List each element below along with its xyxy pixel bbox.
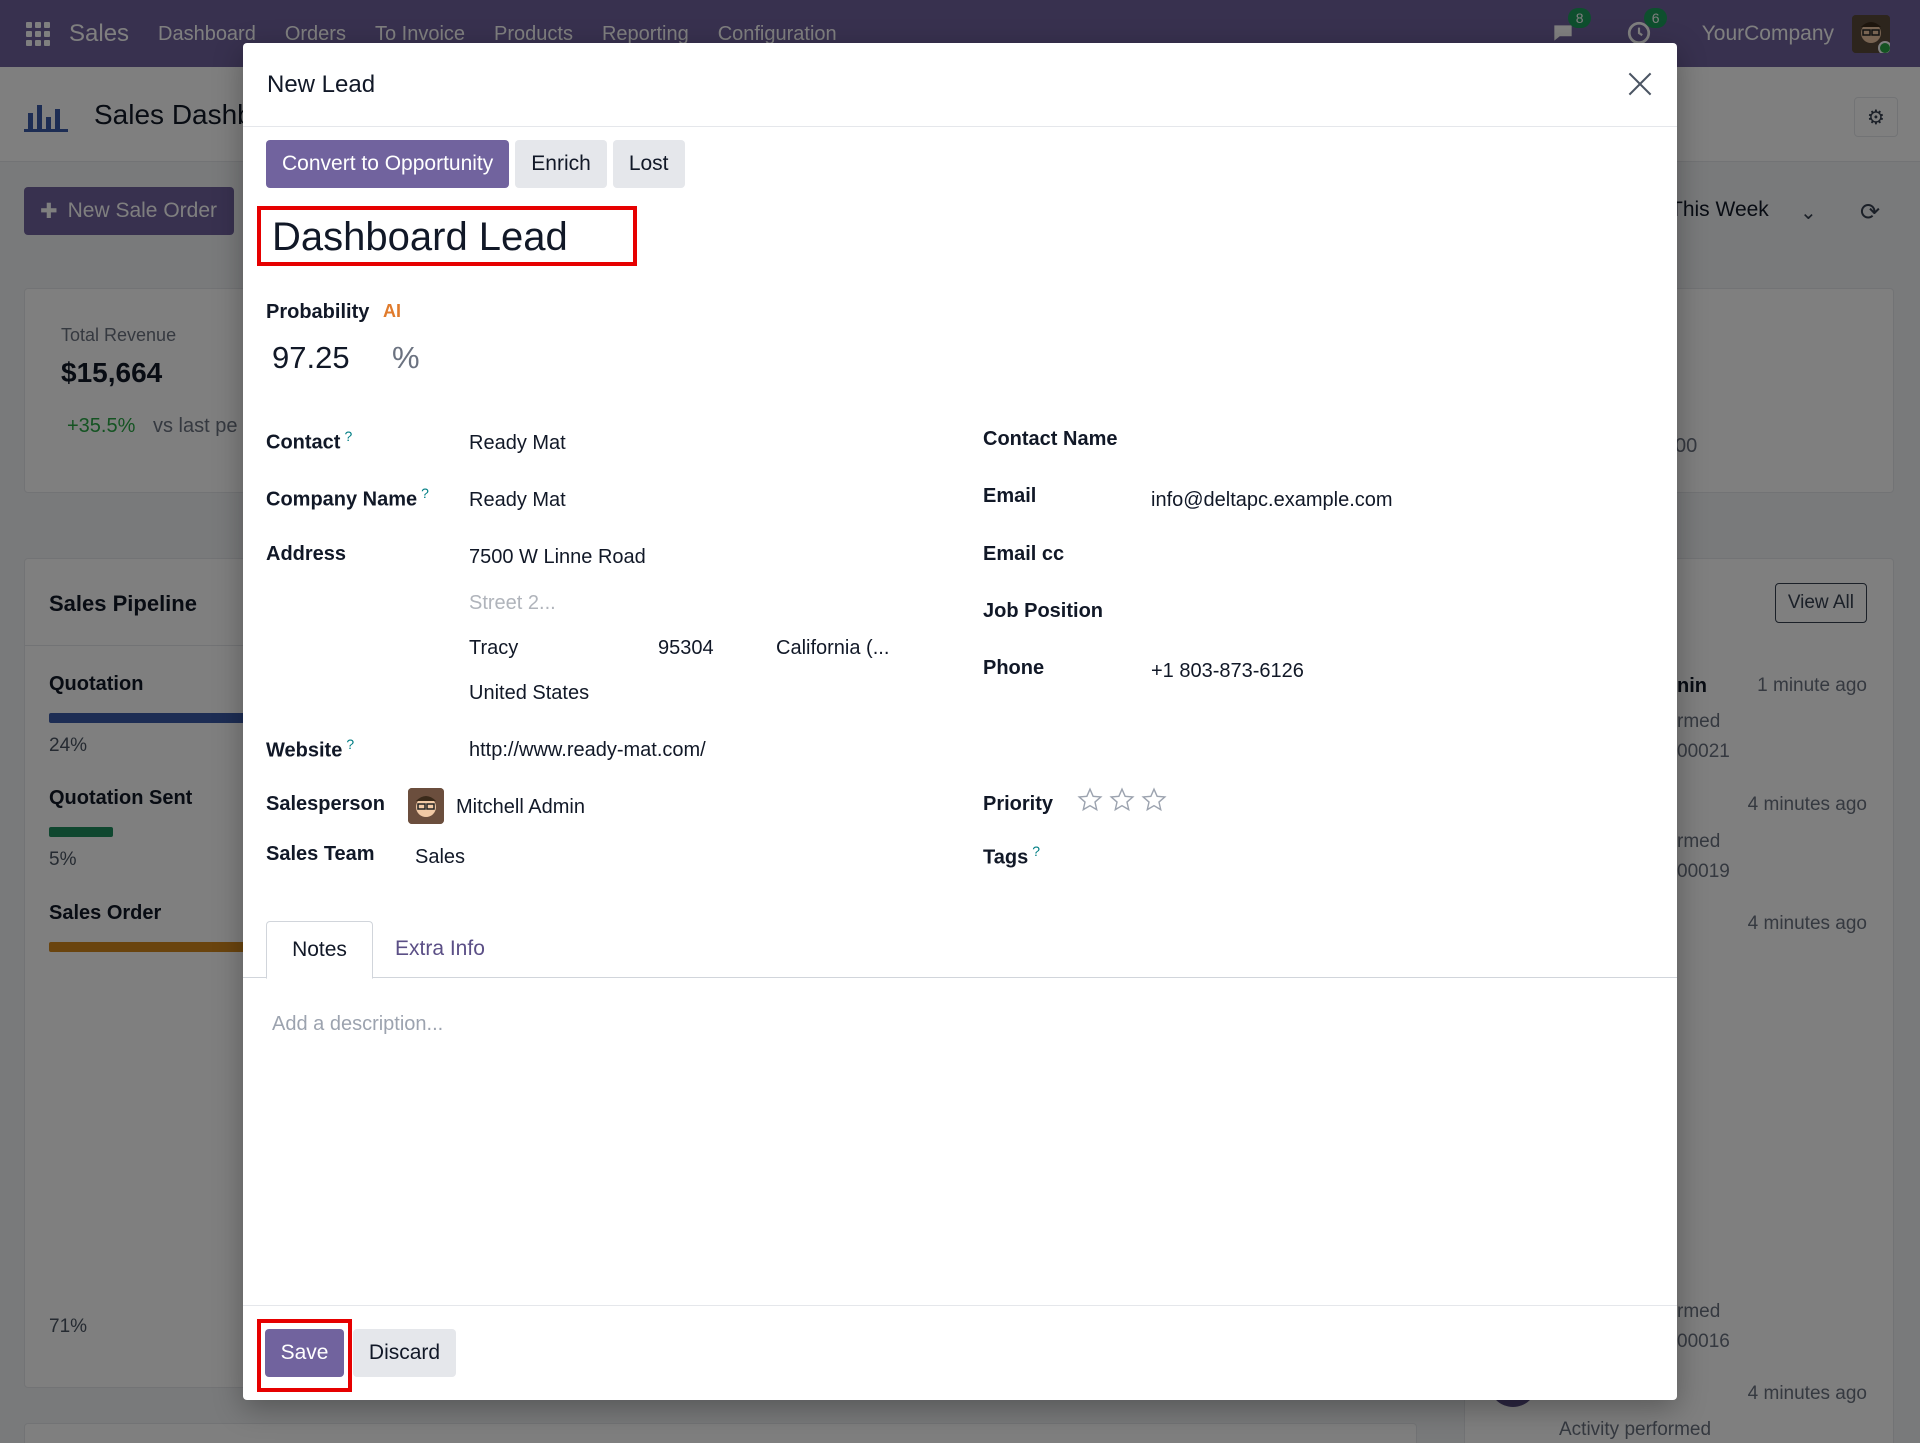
ai-icon[interactable]: AI <box>383 301 401 322</box>
star-icon[interactable] <box>1077 787 1103 813</box>
sales-team-label: Sales Team <box>266 843 375 865</box>
probability-unit: % <box>392 340 420 375</box>
address-label: Address <box>266 543 347 565</box>
star-icon[interactable] <box>1109 787 1135 813</box>
phone-field[interactable]: +1 803-873-6126 <box>1151 660 1304 683</box>
country-field[interactable]: United States <box>469 682 589 705</box>
salesperson-avatar <box>408 788 444 824</box>
tab-extra-info[interactable]: Extra Info <box>395 937 485 961</box>
enrich-button[interactable]: Enrich <box>515 140 607 188</box>
new-lead-dialog: New Lead Convert to Opportunity Enrich L… <box>243 43 1677 1400</box>
phone-label: Phone <box>983 657 1045 679</box>
tab-notes[interactable]: Notes <box>266 921 373 979</box>
contact-field[interactable]: Ready Mat <box>469 432 566 455</box>
website-label: Website? <box>266 736 354 763</box>
contact-label: Contact? <box>266 428 352 455</box>
help-icon[interactable]: ? <box>344 428 352 444</box>
company-name-label: Company Name? <box>266 485 429 512</box>
website-field[interactable]: http://www.ready-mat.com/ <box>469 739 706 762</box>
job-position-label: Job Position <box>983 600 1103 622</box>
salesperson-avatar-image <box>408 788 444 824</box>
dialog-header: New Lead <box>243 43 1677 127</box>
email-field[interactable]: info@deltapc.example.com <box>1151 489 1393 512</box>
company-name-field[interactable]: Ready Mat <box>469 489 566 512</box>
sales-team-field[interactable]: Sales <box>415 846 465 869</box>
website-label-text: Website <box>266 739 343 762</box>
tags-label-text: Tags <box>983 846 1029 869</box>
salesperson-field[interactable]: Mitchell Admin <box>456 796 585 819</box>
zip-field[interactable]: 95304 <box>658 637 714 660</box>
save-button[interactable]: Save <box>265 1329 344 1377</box>
help-icon[interactable]: ? <box>346 736 354 752</box>
dialog-footer: Save Discard <box>243 1305 1677 1400</box>
contact-name-label: Contact Name <box>983 428 1118 450</box>
notebook-tabs: Notes Extra Info <box>243 921 1677 979</box>
lead-action-bar: Convert to Opportunity Enrich Lost <box>266 140 685 188</box>
company-name-label-text: Company Name <box>266 488 418 511</box>
dialog-title: New Lead <box>267 71 376 98</box>
star-icon[interactable] <box>1141 787 1167 813</box>
close-icon[interactable] <box>1625 69 1655 99</box>
salesperson-label: Salesperson <box>266 793 385 815</box>
probability-label: Probability <box>266 301 370 323</box>
help-icon[interactable]: ? <box>421 485 429 501</box>
contact-label-text: Contact <box>266 431 341 454</box>
discard-button[interactable]: Discard <box>353 1329 456 1377</box>
email-cc-label: Email cc <box>983 543 1065 565</box>
state-field[interactable]: California (... <box>776 637 889 660</box>
priority-stars <box>1077 787 1167 813</box>
city-field[interactable]: Tracy <box>469 637 518 660</box>
tags-label: Tags? <box>983 843 1040 870</box>
street2-field[interactable]: Street 2... <box>469 592 556 615</box>
lost-button[interactable]: Lost <box>612 140 685 188</box>
help-icon[interactable]: ? <box>1032 843 1040 859</box>
probability-input[interactable]: 97.25 <box>272 340 350 376</box>
convert-to-opportunity-button[interactable]: Convert to Opportunity <box>266 140 510 188</box>
email-label: Email <box>983 485 1037 507</box>
description-editor[interactable]: Add a description... <box>272 1013 443 1036</box>
lead-name-input[interactable]: Dashboard Lead <box>272 215 568 260</box>
street-field[interactable]: 7500 W Linne Road <box>469 546 646 569</box>
priority-label: Priority <box>983 793 1054 815</box>
